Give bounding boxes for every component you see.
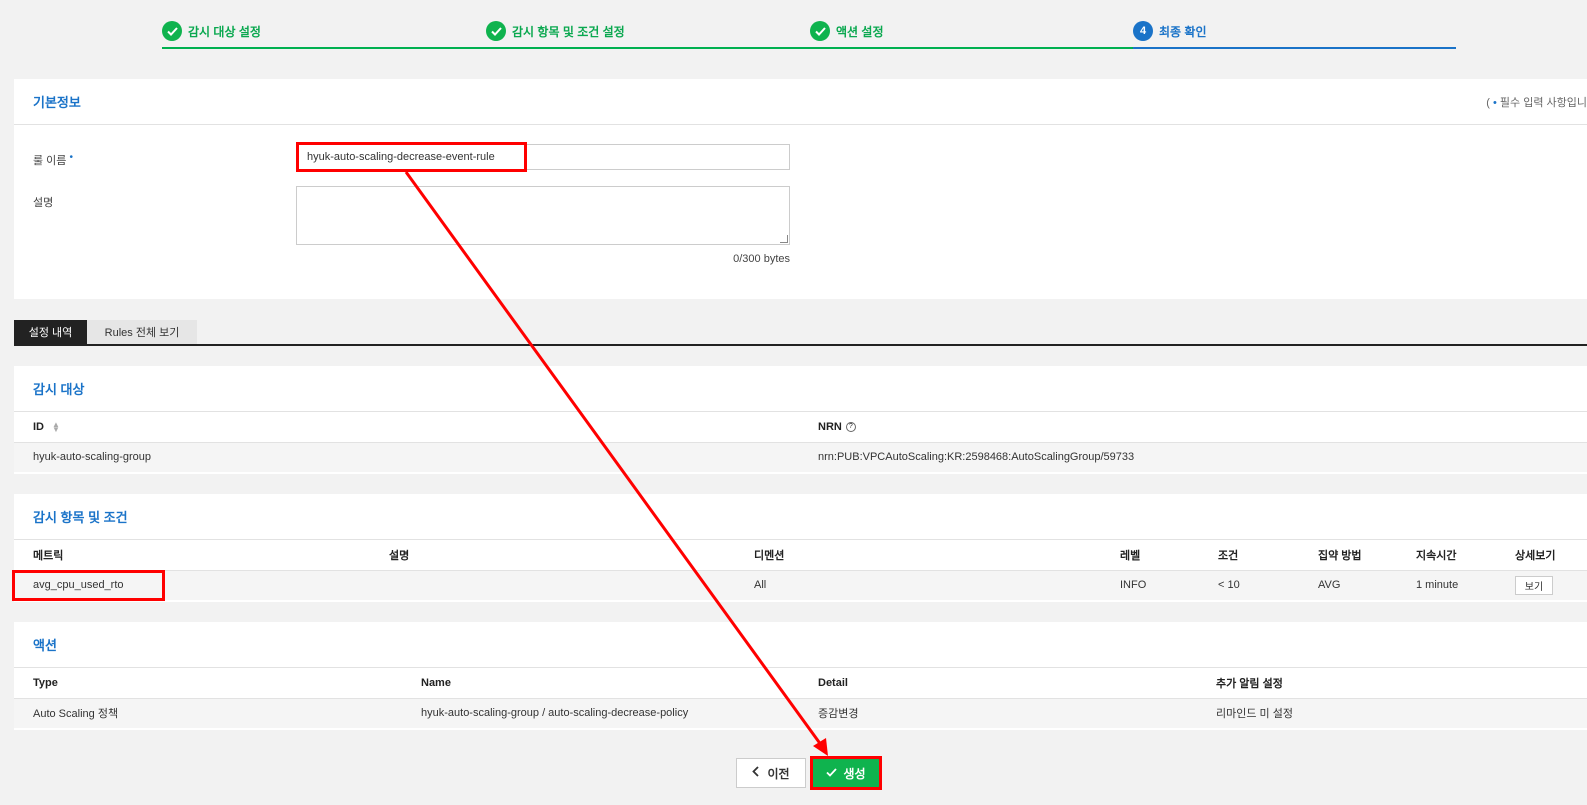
check-icon	[162, 21, 182, 41]
column-header-detail: Detail	[799, 668, 1197, 699]
create-button[interactable]: 생성	[813, 759, 879, 787]
column-header-metric: 메트릭	[14, 540, 370, 571]
step-label: 감시 항목 및 조건 설정	[512, 24, 625, 39]
step-condition-setup: 감시 항목 및 조건 설정	[486, 18, 810, 50]
step-final-confirm: 4 최종 확인	[1133, 18, 1456, 50]
column-header-condition: 조건	[1199, 540, 1299, 571]
table-row: avg_cpu_used_rto All INFO < 10 AVG 1 min…	[14, 570, 1587, 600]
action-type: Auto Scaling 정책	[14, 698, 402, 728]
level-value: INFO	[1101, 570, 1199, 600]
target-nrn: nrn:PUB:VPCAutoScaling:KR:2598468:AutoSc…	[799, 442, 1587, 472]
aggregation-value: AVG	[1299, 570, 1397, 600]
help-icon[interactable]: ?	[845, 421, 856, 432]
table-row: Auto Scaling 정책 hyuk-auto-scaling-group …	[14, 698, 1587, 728]
check-icon	[826, 766, 838, 780]
condition-value: < 10	[1199, 570, 1299, 600]
check-icon	[810, 21, 830, 41]
step-target-setup: 감시 대상 설정	[162, 18, 486, 50]
step-label: 최종 확인	[1159, 24, 1207, 39]
tab-all-rules[interactable]: Rules 전체 보기	[87, 320, 197, 344]
column-header-type: Type	[14, 668, 402, 699]
required-note: ( • 필수 입력 사항입니	[1486, 97, 1587, 109]
byte-counter: 0/300 bytes	[733, 253, 790, 265]
prev-button[interactable]: 이전	[736, 758, 806, 788]
sort-icon[interactable]: ▲ ▼	[52, 420, 60, 433]
rule-name-input[interactable]: hyuk-auto-scaling-decrease-event-rule	[296, 144, 790, 170]
action-panel: 액션 Type Name Detail 추가 알림 설정 Auto Scalin…	[14, 622, 1587, 730]
step-action-setup: 액션 설정	[810, 18, 1133, 50]
conditions-panel: 감시 항목 및 조건 메트릭 설명 디멘션 레벨 조건 집약 방법 지속시간 상…	[14, 494, 1587, 602]
step-number: 4	[1133, 21, 1153, 41]
action-name: hyuk-auto-scaling-group / auto-scaling-d…	[402, 698, 799, 728]
target-id: hyuk-auto-scaling-group	[14, 442, 799, 472]
description-value	[370, 570, 735, 600]
target-table: ID ▲ ▼ NRN? hyuk-auto-scaling-group nrn:PU…	[14, 412, 1587, 472]
duration-value: 1 minute	[1397, 570, 1496, 600]
basic-info-panel: 기본정보 ( • 필수 입력 사항입니 룰 이름 • hyuk-auto-sca…	[14, 79, 1587, 299]
step-label: 액션 설정	[836, 24, 884, 39]
dimension-value: All	[735, 570, 1101, 600]
panel-title: 액션	[14, 622, 1587, 668]
column-header-duration: 지속시간	[1397, 540, 1496, 571]
conditions-table: 메트릭 설명 디멘션 레벨 조건 집약 방법 지속시간 상세보기 avg_cpu…	[14, 540, 1587, 600]
column-header-notification: 추가 알림 설정	[1197, 668, 1587, 699]
view-detail-button[interactable]: 보기	[1515, 575, 1553, 595]
description-label: 설명	[33, 197, 54, 209]
column-header-description: 설명	[370, 540, 735, 571]
panel-title: 감시 대상	[14, 366, 1587, 412]
column-header-nrn: NRN?	[799, 412, 1587, 443]
panel-title: 감시 항목 및 조건	[14, 494, 1587, 540]
stepper: 감시 대상 설정 감시 항목 및 조건 설정 액션 설정 4 최종 확인	[162, 18, 1456, 50]
tab-settings-summary[interactable]: 설정 내역	[14, 320, 87, 344]
table-row: hyuk-auto-scaling-group nrn:PUB:VPCAutoS…	[14, 442, 1587, 472]
column-header-level: 레벨	[1101, 540, 1199, 571]
column-header-name: Name	[402, 668, 799, 699]
panel-title: 기본정보	[14, 79, 1587, 125]
chevron-left-icon	[752, 766, 760, 780]
detail-cell: 보기	[1496, 570, 1587, 600]
tab-bar: 설정 내역 Rules 전체 보기	[14, 320, 1587, 346]
column-header-detail: 상세보기	[1496, 540, 1587, 571]
column-header-id[interactable]: ID ▲ ▼	[14, 412, 799, 443]
description-textarea[interactable]	[296, 186, 790, 245]
resize-handle[interactable]	[780, 235, 788, 243]
monitoring-target-panel: 감시 대상 ID ▲ ▼ NRN? hyuk-auto-scaling-group …	[14, 366, 1587, 474]
check-icon	[486, 21, 506, 41]
metric-value: avg_cpu_used_rto	[14, 570, 370, 600]
action-notification: 리마인드 미 설정	[1197, 698, 1587, 728]
column-header-dimension: 디멘션	[735, 540, 1101, 571]
column-header-aggregation: 집약 방법	[1299, 540, 1397, 571]
step-label: 감시 대상 설정	[188, 24, 261, 39]
action-table: Type Name Detail 추가 알림 설정 Auto Scaling 정…	[14, 668, 1587, 728]
action-detail: 증감변경	[799, 698, 1197, 728]
rule-name-label: 룰 이름 •	[33, 152, 73, 167]
